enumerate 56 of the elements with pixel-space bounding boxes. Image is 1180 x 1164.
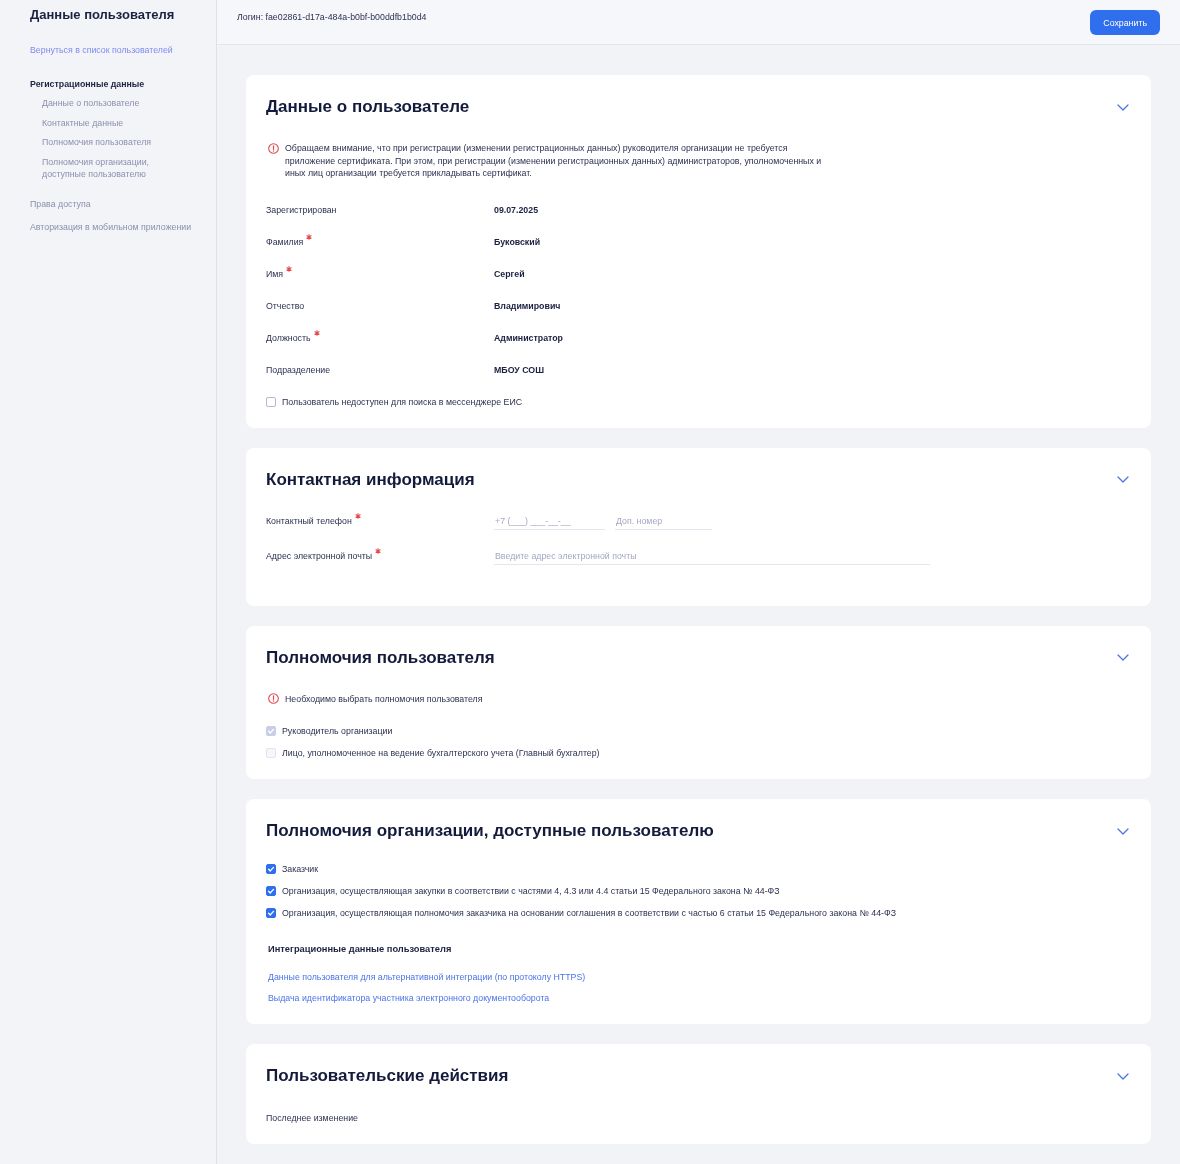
- checkbox[interactable]: [266, 864, 276, 874]
- field-label: Зарегистрирован: [266, 203, 337, 216]
- input-field[interactable]: Введите адрес электронной почты: [494, 547, 930, 565]
- exclamation-circle-icon: [268, 142, 279, 154]
- subsection-title: Интеграционные данные пользователя: [267, 943, 452, 955]
- save-button[interactable]: Сохранить: [1090, 10, 1160, 35]
- input-field[interactable]: Доп. номер: [615, 512, 712, 530]
- field-value: Владимирович: [494, 299, 561, 312]
- field-label: Подразделение: [266, 363, 331, 376]
- section-title: Полномочия пользователя: [266, 646, 495, 669]
- chevron-down-icon[interactable]: [1117, 103, 1129, 111]
- exclamation-circle-icon: [268, 693, 279, 705]
- field-value: Сергей: [494, 267, 525, 280]
- notice-text: Необходимо выбрать полномочия пользователя: [285, 692, 483, 705]
- field-label: Адрес электронной почты: [266, 550, 373, 562]
- section-title: Полномочия организации, доступные пользователю: [266, 820, 714, 842]
- chevron-down-icon[interactable]: [1117, 476, 1129, 483]
- checkbox-label: Пользователь недоступен для поиска в мессенджере ЕИС: [282, 395, 523, 408]
- checkbox[interactable]: [266, 908, 276, 918]
- field-label: Контактный телефон: [266, 515, 352, 527]
- checkbox-label: Организация, осуществляющая закупки в соответствии с частями 4, 4.3 или 4.4 статьи 15 Федерального закона № 44-ФЗ: [282, 885, 780, 897]
- login-text: Логин: fae02861-d17a-484a-b0bf-b00ddfb1b0d4: [237, 11, 427, 23]
- link[interactable]: Данные пользователя для альтернативной интеграции (по протоколу HTTPS): [268, 971, 586, 983]
- sidebar-item[interactable]: Регистрационные данные: [30, 78, 145, 90]
- chevron-down-icon[interactable]: [1117, 1072, 1129, 1080]
- field-label: Имя: [266, 267, 284, 280]
- checkbox-label: Организация, осуществляющая полномочия заказчика на основании соглашения в соответствии с частью 6 статьи 15 Федерального закона № 44-ФЗ: [282, 907, 896, 919]
- section-title: Контактная информация: [266, 468, 475, 491]
- input-field[interactable]: +7 (___) ___-__-__: [494, 512, 605, 530]
- notice-text: Обращаем внимание, что при регистрации (изменении регистрационных данных) руководителя организации не требуется приложение сертификата. При этом, при регистрации (изменении регистрационных данных) администраторов, уполномоченных и иных лиц организации требуется прикладывать сертификат.: [285, 142, 823, 180]
- section-title: Данные о пользователе: [266, 96, 470, 118]
- field-label: Фамилия: [266, 235, 304, 248]
- chevron-down-icon[interactable]: [1117, 827, 1129, 835]
- sidebar-subitem[interactable]: Данные о пользователе: [42, 97, 140, 110]
- sidebar-item[interactable]: Права доступа: [30, 197, 91, 210]
- field-value: Буковский: [494, 235, 541, 248]
- sidebar-subitem[interactable]: Полномочия пользователя: [42, 136, 152, 149]
- checkbox-label: Заказчик: [282, 863, 319, 875]
- sidebar-subitem[interactable]: Контактные данные: [42, 116, 124, 129]
- section-title: Пользовательские действия: [266, 1065, 509, 1087]
- field-label: Отчество: [266, 299, 305, 312]
- sidebar-subitem[interactable]: Полномочия организации, доступные пользователю: [42, 155, 167, 181]
- field-value: Администратор: [494, 331, 563, 344]
- checkbox[interactable]: [266, 886, 276, 896]
- field-value: МБОУ СОШ: [494, 363, 544, 376]
- checkbox-label: Руководитель организации: [282, 725, 393, 737]
- field-label: Должность: [266, 331, 311, 344]
- sidebar-item[interactable]: Авторизация в мобильном приложении: [30, 220, 192, 233]
- checkbox[interactable]: [266, 396, 276, 407]
- field-label: Последнее изменение: [266, 1112, 358, 1124]
- checkbox-label: Лицо, уполномоченное на ведение бухгалтерского учета (Главный бухгалтер): [282, 747, 600, 759]
- chevron-down-icon[interactable]: [1117, 654, 1129, 661]
- sidebar-title: Данные пользователя: [30, 6, 175, 24]
- link[interactable]: Выдача идентификатора участника электронного документооборота: [268, 992, 550, 1004]
- back-link[interactable]: Вернуться в список пользователей: [30, 44, 173, 56]
- field-value: 09.07.2025: [494, 203, 539, 216]
